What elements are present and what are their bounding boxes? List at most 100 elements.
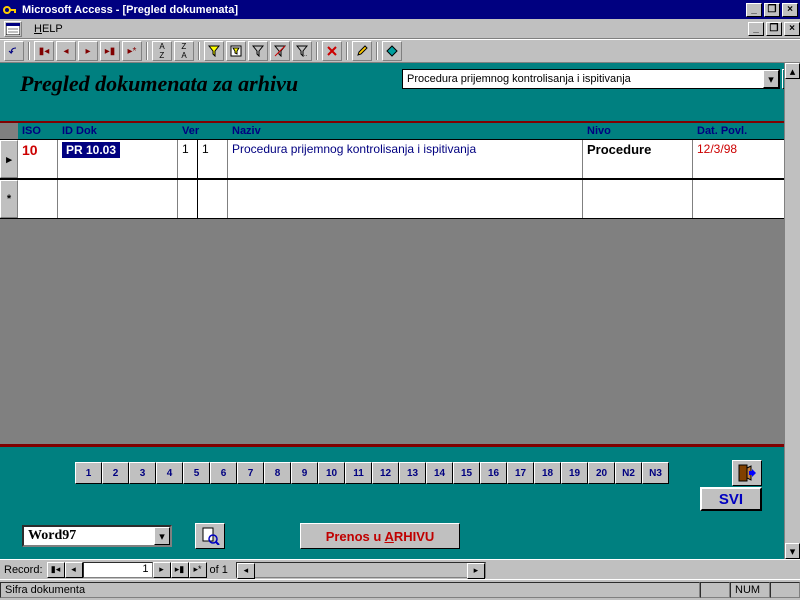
apply-filter-icon[interactable] xyxy=(248,41,268,61)
filter-excluding-icon[interactable] xyxy=(270,41,290,61)
num-button-19[interactable]: 19 xyxy=(561,462,588,484)
toolbar: ▮◂ ◂ ▸ ▸▮ ▸* AZ ZA .. xyxy=(0,39,800,63)
table-row[interactable]: ▸ 10 PR 10.03 1 1 Procedura prijemnog ko… xyxy=(0,139,800,179)
record-total: 1 xyxy=(222,564,228,576)
mdi-restore-button[interactable]: ❐ xyxy=(766,22,782,36)
status-bar: Sifra dokumenta NUM xyxy=(0,579,800,599)
horizontal-scrollbar[interactable]: ◂ ▸ xyxy=(236,562,486,578)
remove-filter-icon[interactable] xyxy=(322,41,342,61)
hscroll-left-icon[interactable]: ◂ xyxy=(237,563,255,579)
cell-iddok[interactable]: PR 10.03 xyxy=(58,140,178,178)
window-title: Microsoft Access - [Pregled dokumenata] xyxy=(22,4,238,16)
num-button-4[interactable]: 4 xyxy=(156,462,183,484)
advanced-filter-icon[interactable]: .. xyxy=(292,41,312,61)
num-button-18[interactable]: 18 xyxy=(534,462,561,484)
table-row-new[interactable]: * xyxy=(0,179,800,219)
exit-button[interactable] xyxy=(732,460,762,486)
mdi-close-button[interactable]: × xyxy=(784,22,800,36)
scroll-up-button[interactable]: ▴ xyxy=(785,63,800,79)
num-button-11[interactable]: 11 xyxy=(345,462,372,484)
num-button-3[interactable]: 3 xyxy=(129,462,156,484)
num-button-N2[interactable]: N2 xyxy=(615,462,642,484)
bottom-panel: 1234567891011121314151617181920N2N3 SVI … xyxy=(0,444,784,559)
grid-body: ▸ 10 PR 10.03 1 1 Procedura prijemnog ko… xyxy=(0,139,800,419)
num-button-13[interactable]: 13 xyxy=(399,462,426,484)
sort-desc-icon[interactable]: ZA xyxy=(174,41,194,61)
prev-record-icon[interactable]: ◂ xyxy=(56,41,76,61)
work-area: Pregled dokumenata za arhivu Procedura p… xyxy=(0,63,800,579)
filter-form-icon[interactable] xyxy=(226,41,246,61)
nav-next-icon[interactable]: ▸ xyxy=(153,562,171,578)
minimize-button[interactable]: _ xyxy=(746,3,762,17)
form-header: Pregled dokumenata za arhivu Procedura p… xyxy=(0,63,800,123)
menu-bar: HELP _ ❐ × xyxy=(0,19,800,39)
svg-text:..: .. xyxy=(304,52,308,57)
edit-icon[interactable] xyxy=(352,41,372,61)
sort-asc-icon[interactable]: AZ xyxy=(152,41,172,61)
number-buttons: 1234567891011121314151617181920N2N3 xyxy=(75,462,669,484)
form-pregled: Pregled dokumenata za arhivu Procedura p… xyxy=(0,63,800,579)
num-button-8[interactable]: 8 xyxy=(264,462,291,484)
row-selector-new-icon[interactable]: * xyxy=(0,180,18,218)
cell-nivo[interactable]: Procedure xyxy=(583,140,693,178)
col-iddok: ID Dok xyxy=(58,123,178,139)
num-button-10[interactable]: 10 xyxy=(318,462,345,484)
num-button-17[interactable]: 17 xyxy=(507,462,534,484)
record-navigator: Record: ▮◂ ◂ 1 ▸ ▸▮ ▸* of 1 ◂ ▸ xyxy=(0,559,800,579)
hscroll-right-icon[interactable]: ▸ xyxy=(467,563,485,579)
word-combo-arrow-icon[interactable]: ▾ xyxy=(154,527,170,545)
mdi-minimize-button[interactable]: _ xyxy=(748,22,764,36)
preview-button[interactable] xyxy=(195,523,225,549)
close-button[interactable]: × xyxy=(782,3,798,17)
filter-selection-icon[interactable] xyxy=(204,41,224,61)
num-button-9[interactable]: 9 xyxy=(291,462,318,484)
prenos-button[interactable]: Prenos u ARHIVU xyxy=(300,523,460,549)
num-button-14[interactable]: 14 xyxy=(426,462,453,484)
num-button-1[interactable]: 1 xyxy=(75,462,102,484)
word-combo[interactable]: Word97 ▾ xyxy=(22,525,172,547)
status-text: Sifra dokumenta xyxy=(0,582,700,598)
vertical-scrollbar[interactable]: ▴ ▾ xyxy=(784,63,800,559)
form-icon[interactable] xyxy=(4,21,22,37)
maximize-button[interactable]: ❐ xyxy=(764,3,780,17)
record-of: of xyxy=(207,564,222,576)
num-button-7[interactable]: 7 xyxy=(237,462,264,484)
row-selector-current-icon[interactable]: ▸ xyxy=(0,140,18,178)
num-button-N3[interactable]: N3 xyxy=(642,462,669,484)
design-icon[interactable] xyxy=(382,41,402,61)
undo-icon[interactable] xyxy=(4,41,24,61)
nav-last-icon[interactable]: ▸▮ xyxy=(171,562,189,578)
title-bar: Microsoft Access - [Pregled dokumenata] … xyxy=(0,0,800,19)
nav-new-icon[interactable]: ▸* xyxy=(189,562,207,578)
record-label: Record: xyxy=(0,564,47,576)
combo-arrow-icon[interactable]: ▾ xyxy=(763,70,779,88)
next-record-icon[interactable]: ▸ xyxy=(78,41,98,61)
col-nivo: Nivo xyxy=(583,123,693,139)
word-combo-text: Word97 xyxy=(24,528,154,544)
cell-ver2[interactable]: 1 xyxy=(198,140,228,178)
cell-naziv[interactable]: Procedura prijemnog kontrolisanja i ispi… xyxy=(228,140,583,178)
num-button-6[interactable]: 6 xyxy=(210,462,237,484)
nav-first-icon[interactable]: ▮◂ xyxy=(47,562,65,578)
col-iso: ISO xyxy=(18,123,58,139)
cell-iso[interactable]: 10 xyxy=(18,140,58,178)
num-button-12[interactable]: 12 xyxy=(372,462,399,484)
cell-ver1[interactable]: 1 xyxy=(178,140,198,178)
num-button-5[interactable]: 5 xyxy=(183,462,210,484)
svi-button[interactable]: SVI xyxy=(700,487,762,511)
num-button-15[interactable]: 15 xyxy=(453,462,480,484)
num-button-20[interactable]: 20 xyxy=(588,462,615,484)
col-ver: Ver xyxy=(178,123,228,139)
form-title: Pregled dokumenata za arhivu xyxy=(20,71,298,97)
scroll-down-button[interactable]: ▾ xyxy=(785,543,800,559)
document-combo[interactable]: Procedura prijemnog kontrolisanja i ispi… xyxy=(402,69,780,89)
record-number[interactable]: 1 xyxy=(83,562,153,578)
num-button-16[interactable]: 16 xyxy=(480,462,507,484)
first-record-icon[interactable]: ▮◂ xyxy=(34,41,54,61)
col-naziv: Naziv xyxy=(228,123,583,139)
last-record-icon[interactable]: ▸▮ xyxy=(100,41,120,61)
nav-prev-icon[interactable]: ◂ xyxy=(65,562,83,578)
new-record-icon[interactable]: ▸* xyxy=(122,41,142,61)
menu-help[interactable]: HELP xyxy=(28,21,69,37)
num-button-2[interactable]: 2 xyxy=(102,462,129,484)
